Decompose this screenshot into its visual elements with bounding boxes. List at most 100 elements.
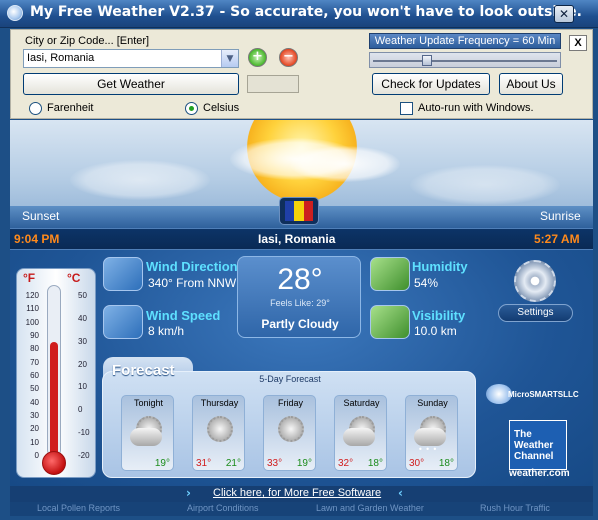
fahrenheit-radio[interactable] (29, 102, 42, 115)
humidity-value: 54% (414, 276, 439, 290)
current-conditions-panel: 28° Feels Like: 29° Partly Cloudy (237, 256, 361, 338)
about-us-button[interactable]: About Us (499, 73, 563, 95)
rain-drops: • • • (418, 445, 438, 454)
footer-link-pollen[interactable]: Local Pollen Reports (37, 503, 120, 513)
forecast-day-card[interactable]: Friday 33° 19° (263, 395, 316, 471)
footer-links: Local Pollen Reports Airport Conditions … (10, 502, 593, 516)
wind-direction-icon (103, 257, 143, 291)
get-weather-button[interactable]: Get Weather (23, 73, 239, 95)
celsius-tick: 10 (78, 382, 87, 392)
city-input[interactable]: Iasi, Romania ▼ (23, 49, 239, 68)
fahrenheit-tick: 10 (30, 437, 39, 447)
forecast-day-card[interactable]: Saturday 32° 18° (334, 395, 387, 471)
city-label: City or Zip Code... [Enter] (25, 35, 150, 47)
thermometer: °F °C 120 110 100 90 80 70 60 50 40 30 20 10 0 50 40 3… (16, 268, 96, 478)
chevron-left-icon: ‹ (398, 486, 403, 500)
celsius-tick: -10 (78, 428, 90, 438)
forecast-low: 19° (154, 458, 170, 469)
forecast-low: 21° (225, 458, 241, 469)
flag-stripe (285, 201, 295, 221)
celsius-radio[interactable] (185, 102, 198, 115)
forecast-low: 18° (367, 458, 383, 469)
add-location-button[interactable]: + (248, 48, 267, 67)
thermometer-bulb (42, 451, 66, 475)
footer-link-airport[interactable]: Airport Conditions (187, 503, 259, 513)
celsius-tick: 30 (78, 336, 87, 346)
forecast-day-card[interactable]: Tonight 19° (121, 395, 174, 471)
more-software-bar: › Click here, for More Free Software ‹ (10, 486, 593, 502)
wind-speed-icon (103, 305, 143, 339)
feels-like: Feels Like: 29° (270, 298, 330, 308)
forecast-high: 30° (409, 458, 425, 469)
check-updates-button[interactable]: Check for Updates (372, 73, 490, 95)
forecast-day-name: Tonight (133, 398, 164, 408)
fahrenheit-tick: 50 (30, 384, 39, 394)
fahrenheit-tick: 30 (30, 411, 39, 420)
weather-channel-text: The Weather Channel (514, 429, 554, 462)
forecast-day-name: Friday (277, 398, 303, 408)
sunset-label: Sunset (22, 209, 60, 223)
settings-button[interactable]: Settings (498, 304, 573, 322)
wind-direction-value: 340° From NNW (148, 276, 237, 290)
cloud-shape (343, 428, 375, 446)
more-software-link[interactable]: Click here, for More Free Software (213, 487, 381, 499)
weather-com-link[interactable]: weather.com (509, 468, 570, 479)
celsius-tick: 20 (78, 359, 87, 369)
sunny-icon (274, 412, 308, 450)
forecast-days: Tonight 19° Thursday 31° 21° Friday 33° 19° Satu… (121, 395, 461, 473)
forecast-high: 33° (267, 458, 283, 469)
partly-cloudy-icon (343, 412, 379, 450)
close-panel-button[interactable]: X (569, 35, 587, 51)
fahrenheit-tick: 70 (30, 357, 39, 367)
footer-link-lawn[interactable]: Lawn and Garden Weather (316, 503, 424, 513)
info-bar: 9:04 PM Iasi, Romania 5:27 AM (10, 228, 593, 250)
humidity-title: Humidity (412, 259, 468, 274)
autorun-checkbox[interactable] (400, 102, 413, 115)
forecast-high: 32° (338, 458, 354, 469)
gear-icon[interactable] (514, 260, 556, 302)
footer-link-traffic[interactable]: Rush Hour Traffic (480, 503, 550, 513)
fahrenheit-tick: 120 (25, 291, 39, 300)
forecast-day-name: Sunday (417, 398, 448, 408)
fahrenheit-unit: °F (23, 271, 36, 285)
forecast-panel: 5-Day Forecast Tonight 19° Thursday 31° 21° F… (102, 371, 476, 478)
flag-stripe (294, 201, 304, 221)
slider-thumb[interactable] (422, 55, 432, 66)
sunny-icon (203, 412, 237, 450)
status-box (247, 75, 299, 93)
thermometer-level (50, 342, 58, 458)
update-frequency-slider[interactable] (369, 52, 561, 68)
app-logo-icon (7, 5, 23, 21)
thunderstorm-icon: • • • (414, 412, 450, 454)
forecast-day-card[interactable]: Thursday 31° 21° (192, 395, 245, 471)
title-bar[interactable]: My Free Weather V2.37 - So accurate, you… (0, 0, 598, 28)
celsius-tick: 0 (78, 405, 83, 415)
window-title: My Free Weather V2.37 - So accurate, you… (30, 4, 582, 20)
current-temperature: 28° (277, 263, 323, 296)
partly-cloudy-icon (130, 412, 166, 450)
plus-icon: + (252, 49, 263, 64)
forecast-title: Forecast (112, 362, 175, 379)
celsius-label: Celsius (203, 102, 240, 114)
visibility-icon (370, 305, 410, 339)
city-input-value: Iasi, Romania (27, 52, 95, 64)
wind-direction-title: Wind Direction (146, 259, 238, 274)
humidity-icon (370, 257, 410, 291)
fahrenheit-tick: 0 (34, 451, 39, 460)
weather-channel-logo[interactable]: The Weather Channel (509, 420, 567, 470)
autorun-label: Auto-run with Windows. (418, 102, 534, 114)
fahrenheit-tick: 80 (30, 344, 39, 354)
chevron-right-icon: › (186, 486, 191, 500)
wind-speed-value: 8 km/h (148, 324, 185, 338)
slider-rail (373, 60, 557, 62)
remove-location-button[interactable]: − (279, 48, 298, 67)
chevron-down-icon[interactable]: ▼ (221, 50, 238, 67)
close-window-button[interactable]: ✕ (554, 5, 574, 23)
visibility-value: 10.0 km (414, 324, 457, 338)
fahrenheit-tick: 100 (25, 317, 39, 327)
fahrenheit-tick: 60 (30, 371, 39, 380)
forecast-day-card[interactable]: Sunday • • • 30° 18° (405, 395, 458, 471)
location-name: Iasi, Romania (258, 232, 336, 246)
fahrenheit-tick: 20 (30, 424, 39, 434)
sun-shape (207, 416, 233, 442)
